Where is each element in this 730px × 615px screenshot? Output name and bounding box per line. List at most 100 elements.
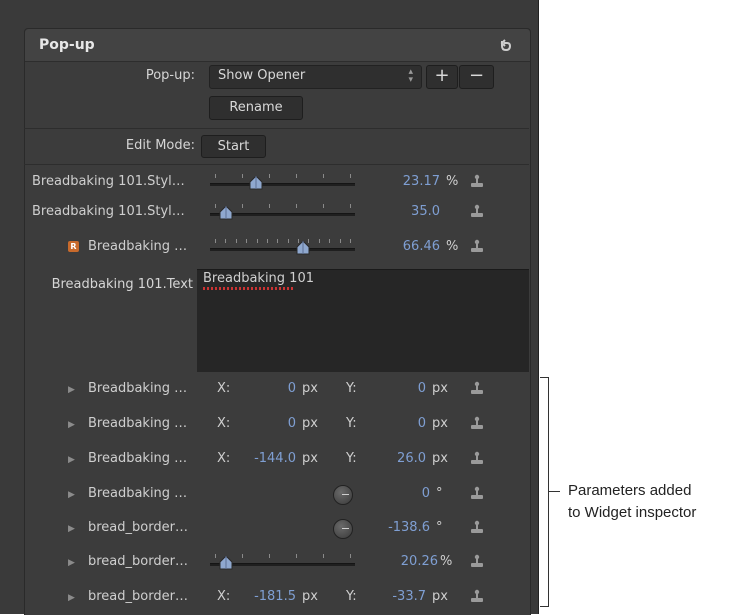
annotation-leader (548, 491, 560, 492)
slider-tick (246, 239, 248, 243)
slider-thumb[interactable] (219, 206, 233, 220)
slider-tick (287, 239, 289, 243)
slider-tick (242, 204, 243, 208)
group-title: Pop-up (39, 37, 95, 53)
rig-joystick-icon[interactable] (470, 381, 484, 395)
popup-label: Pop-up: (145, 68, 195, 83)
spellcheck-underline (203, 287, 295, 290)
x-unit: px (302, 589, 318, 604)
slider-tick (350, 204, 351, 208)
slider-tick (215, 554, 216, 558)
param-label: bread_border… (88, 520, 188, 535)
param-unit: % (446, 174, 459, 189)
y-value[interactable]: -33.7 (372, 589, 426, 604)
annotation-bracket (540, 377, 549, 607)
slider-tick (269, 174, 270, 178)
rig-joystick-icon[interactable] (470, 554, 484, 568)
disclosure-triangle-icon[interactable]: ▶ (68, 558, 75, 568)
rig-joystick-icon[interactable] (470, 451, 484, 465)
param-label: Breadbaking 101.Styl… (32, 174, 185, 189)
disclosure-triangle-icon[interactable]: ▶ (68, 385, 75, 395)
y-unit: px (432, 589, 448, 604)
y-value[interactable]: 26.0 (372, 451, 426, 466)
y-value[interactable]: 0 (372, 416, 426, 431)
param-value[interactable]: 20.26 (372, 554, 438, 569)
x-value[interactable]: -144.0 (240, 451, 296, 466)
disclosure-triangle-icon[interactable]: ▶ (68, 490, 75, 500)
slider-tick (350, 554, 351, 558)
rig-joystick-icon[interactable] (470, 589, 484, 603)
slider-tick (350, 174, 351, 178)
param-value[interactable]: -138.6 (372, 520, 430, 535)
divider (24, 128, 529, 129)
x-label: X: (217, 589, 231, 604)
y-value[interactable]: 0 (372, 381, 426, 396)
slider-tick (329, 239, 331, 243)
y-label: Y: (346, 589, 357, 604)
param-unit: ° (436, 520, 443, 535)
slider-tick (215, 239, 216, 243)
param-value[interactable]: 0 (372, 486, 430, 501)
add-button[interactable]: + (426, 65, 458, 89)
start-button[interactable]: Start (201, 135, 266, 158)
x-label: X: (217, 451, 231, 466)
popup-select[interactable]: Show Opener ▴ ▾ (209, 65, 422, 89)
rig-joystick-icon[interactable] (470, 416, 484, 430)
popup-select-value: Show Opener (218, 68, 306, 83)
disclosure-triangle-icon[interactable]: ▶ (68, 420, 75, 430)
reset-arrow-icon[interactable] (498, 38, 512, 52)
y-label: Y: (346, 451, 357, 466)
group-header: Pop-up (25, 29, 530, 62)
disclosure-triangle-icon[interactable]: ▶ (68, 593, 75, 603)
edit-mode-label: Edit Mode: (125, 138, 195, 153)
slider-tick (256, 239, 258, 243)
slider-tick (242, 554, 243, 558)
slider-thumb[interactable] (249, 176, 263, 190)
angle-dial[interactable] (333, 485, 353, 505)
angle-dial[interactable] (333, 519, 353, 539)
slider-tick (215, 174, 216, 178)
x-value[interactable]: 0 (240, 416, 296, 431)
slider-thumb[interactable] (219, 556, 233, 570)
rename-button[interactable]: Rename (209, 96, 303, 120)
slider-tick (269, 554, 270, 558)
slider-tick (296, 554, 297, 558)
rig-badge-icon: R (68, 241, 79, 252)
disclosure-triangle-icon[interactable]: ▶ (68, 455, 75, 465)
rig-joystick-icon[interactable] (470, 239, 484, 253)
slider-track[interactable] (210, 183, 355, 186)
x-label: X: (217, 381, 231, 396)
y-unit: px (432, 381, 448, 396)
param-label: Breadbaking … (88, 416, 188, 431)
slider-tick (323, 554, 324, 558)
y-label: Y: (346, 416, 357, 431)
x-value[interactable]: -181.5 (240, 589, 296, 604)
remove-button[interactable]: − (459, 65, 494, 89)
slider-thumb[interactable] (296, 241, 310, 255)
param-value[interactable]: 35.0 (390, 204, 440, 219)
param-value[interactable]: 23.17 (390, 174, 440, 189)
disclosure-triangle-icon[interactable]: ▶ (68, 524, 75, 534)
x-unit: px (302, 381, 318, 396)
slider-tick (266, 239, 268, 243)
slider-tick (339, 239, 341, 243)
text-field-value: Breadbaking 101 (203, 271, 314, 286)
param-label: bread_border… (88, 554, 188, 569)
rig-joystick-icon[interactable] (470, 520, 484, 534)
slider-tick (215, 204, 216, 208)
slider-track[interactable] (210, 248, 355, 251)
param-unit: ° (436, 486, 443, 501)
y-unit: px (432, 416, 448, 431)
x-value[interactable]: 0 (240, 381, 296, 396)
param-label: Breadbaking … (88, 381, 188, 396)
rig-joystick-icon[interactable] (470, 204, 484, 218)
rig-joystick-icon[interactable] (470, 174, 484, 188)
slider-tick (296, 174, 297, 178)
annotation-line-2: to Widget inspector (568, 504, 697, 521)
text-field[interactable]: Breadbaking 101 (197, 269, 529, 372)
rig-joystick-icon[interactable] (470, 486, 484, 500)
param-value[interactable]: 66.46 (390, 239, 440, 254)
y-unit: px (432, 451, 448, 466)
slider-tick (318, 239, 320, 243)
param-label: Breadbaking … (88, 486, 188, 501)
